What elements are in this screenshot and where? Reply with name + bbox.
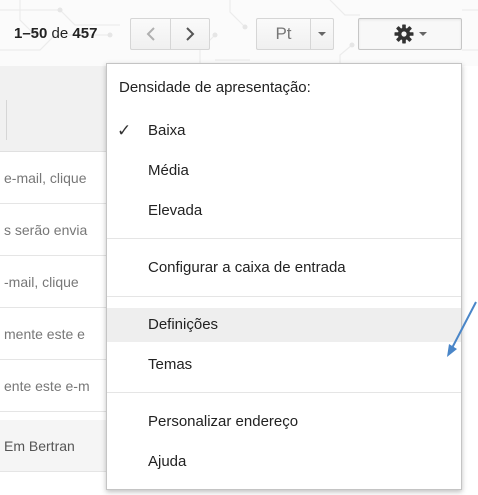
email-row[interactable]: Em Bertran xyxy=(0,420,120,472)
menu-item-label: Elevada xyxy=(148,202,203,219)
email-row[interactable]: e-mail, clique xyxy=(0,152,120,204)
menu-item-density-high[interactable]: Elevada xyxy=(107,194,461,228)
menu-item-label: Temas xyxy=(148,356,193,373)
menu-item-label: Média xyxy=(148,162,189,179)
email-row[interactable]: mente este e xyxy=(0,308,120,360)
annotation-arrow-icon xyxy=(447,301,477,357)
menu-item-settings[interactable]: Definições xyxy=(107,308,461,342)
language-label: Pt xyxy=(275,24,292,43)
menu-separator xyxy=(107,392,461,393)
chevron-left-icon xyxy=(146,27,155,41)
email-snippet: mente este e xyxy=(4,326,85,342)
gear-icon xyxy=(394,24,413,44)
menu-item-label: Definições xyxy=(148,316,219,333)
older-button[interactable] xyxy=(170,18,210,50)
settings-menu: Densidade de apresentação: ✓ Baixa Média… xyxy=(106,63,462,490)
email-snippet: Em Bertran xyxy=(4,438,75,454)
menu-item-custom-address[interactable]: Personalizar endereço xyxy=(107,405,461,439)
menu-item-help[interactable]: Ajuda xyxy=(107,445,461,479)
email-snippet: -mail, clique xyxy=(4,274,79,290)
email-row[interactable]: s serão envia xyxy=(0,204,120,256)
email-snippet: e-mail, clique xyxy=(4,170,87,186)
email-row[interactable]: -mail, clique xyxy=(0,256,120,308)
menu-separator xyxy=(107,238,461,239)
menu-item-label: Personalizar endereço xyxy=(148,413,299,430)
email-snippet: ente este e-m xyxy=(4,378,90,394)
page-total: 457 xyxy=(72,25,98,42)
pagination-count: 1–50 de 457 xyxy=(14,25,97,42)
email-row[interactable]: ente este e-m xyxy=(0,360,120,412)
page-range: 1–50 xyxy=(14,25,48,42)
menu-item-label: Configurar a caixa de entrada xyxy=(148,259,346,276)
language-dropdown-button[interactable] xyxy=(310,18,334,50)
email-snippet: s serão envia xyxy=(4,222,88,238)
menu-item-configure-inbox[interactable]: Configurar a caixa de entrada xyxy=(107,251,461,285)
settings-button[interactable] xyxy=(358,18,462,50)
menu-item-density-low[interactable]: ✓ Baixa xyxy=(107,114,461,148)
chevron-right-icon xyxy=(186,27,195,41)
toolbar-header: 1–50 de 457 Pt xyxy=(0,0,478,66)
menu-item-themes[interactable]: Temas xyxy=(107,348,461,382)
divider xyxy=(6,100,7,140)
caret-down-icon xyxy=(318,32,326,36)
menu-item-label: Ajuda xyxy=(148,453,187,470)
input-language-button[interactable]: Pt xyxy=(256,18,310,50)
caret-down-icon xyxy=(418,32,427,36)
list-header-strip xyxy=(0,66,120,152)
menu-item-label: Baixa xyxy=(148,122,186,139)
density-heading: Densidade de apresentação: xyxy=(119,79,311,96)
menu-item-density-medium[interactable]: Média xyxy=(107,154,461,188)
checkmark-icon: ✓ xyxy=(117,121,132,140)
page-of-label: de xyxy=(51,25,69,42)
menu-separator xyxy=(107,296,461,297)
newer-button[interactable] xyxy=(130,18,170,50)
